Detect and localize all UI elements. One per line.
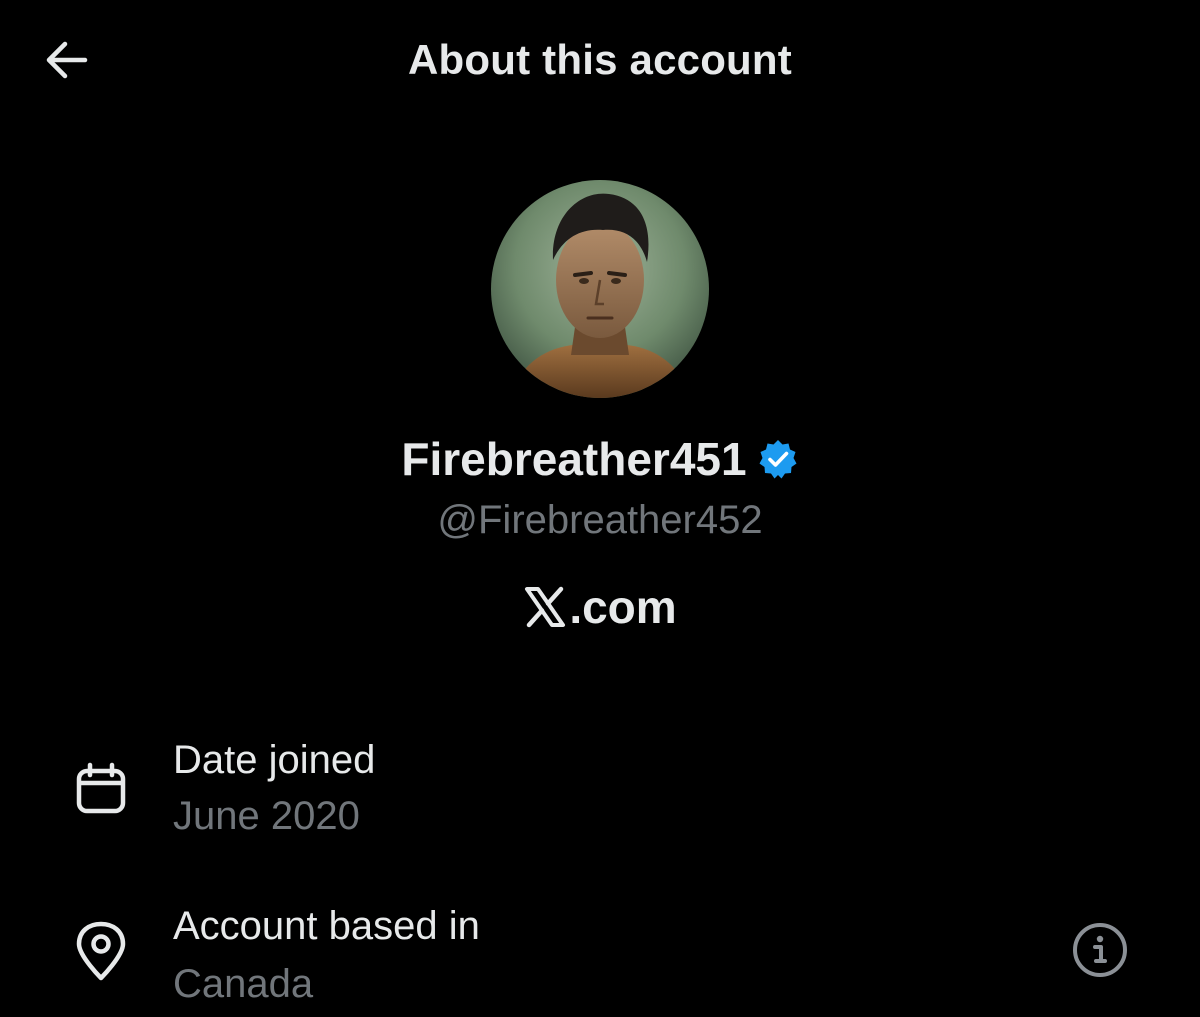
account-based-in-value: Canada <box>173 962 314 1006</box>
date-joined-row: Date joined June 2020 <box>0 730 1200 850</box>
website-link[interactable]: .com <box>0 580 1200 634</box>
top-bar: About this account <box>0 0 1200 124</box>
verified-badge-icon[interactable] <box>757 438 799 480</box>
date-joined-label: Date joined <box>173 738 376 782</box>
account-handle: @Firebreather452 <box>437 498 763 542</box>
page-title: About this account <box>408 36 792 83</box>
account-based-in-row: Account based in Canada <box>0 896 1200 1016</box>
website-text: .com <box>569 581 677 633</box>
avatar[interactable] <box>491 180 709 398</box>
calendar-icon <box>68 756 134 822</box>
date-joined-value: June 2020 <box>173 794 360 838</box>
display-name: Firebreather451 <box>401 433 747 485</box>
location-pin-icon <box>68 918 134 984</box>
x-logo-icon <box>523 585 567 629</box>
info-icon[interactable] <box>1070 920 1130 980</box>
account-based-in-label: Account based in <box>173 904 480 948</box>
display-name-row: Firebreather451 <box>0 432 1200 486</box>
